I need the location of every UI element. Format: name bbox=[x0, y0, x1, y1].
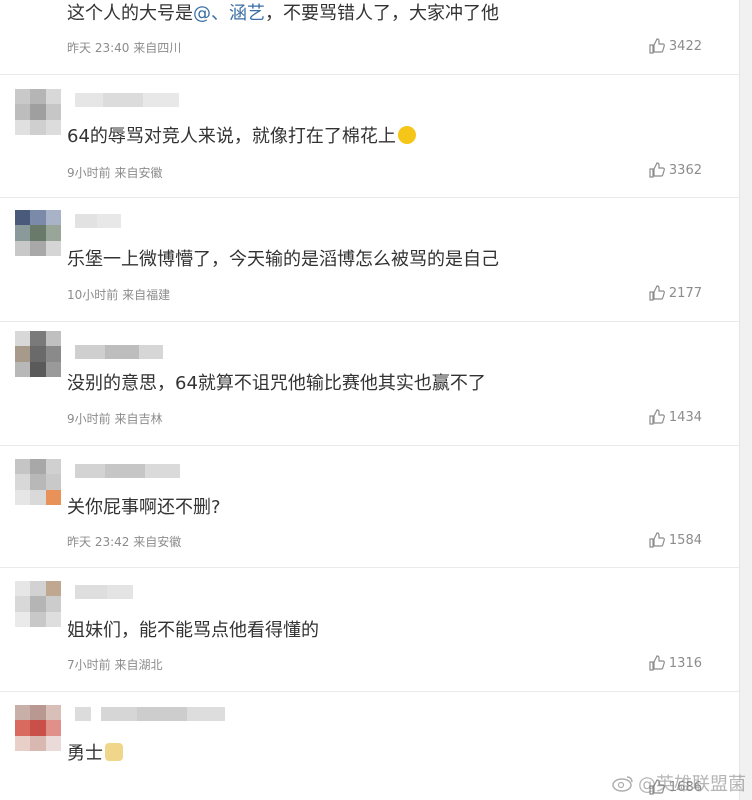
comment-meta: 昨天 23:40 来自四川 bbox=[67, 41, 182, 55]
watermark: @英雄联盟菌 bbox=[612, 770, 746, 796]
like-count: 3422 bbox=[668, 38, 702, 54]
comment-item: 64的辱骂对竞人来说，就像打在了棉花上 9小时前 来自安徽 3362 bbox=[0, 74, 740, 198]
username-blurred[interactable] bbox=[75, 707, 225, 721]
scrollbar[interactable] bbox=[739, 0, 752, 800]
username-blurred[interactable] bbox=[75, 345, 163, 359]
comment-text: 勇士 bbox=[67, 742, 123, 766]
thumbs-up-icon bbox=[649, 38, 665, 54]
comment-item: 关你屁事啊还不删? 昨天 23:42 来自安徽 1584 bbox=[0, 445, 740, 568]
comment-text: 姐妹们，能不能骂点他看得懂的 bbox=[67, 620, 319, 641]
comment-meta: 10小时前 来自福建 bbox=[67, 288, 171, 302]
comment-item: 姐妹们，能不能骂点他看得懂的 7小时前 来自湖北 1316 bbox=[0, 567, 740, 692]
like-button[interactable]: 3362 bbox=[649, 162, 702, 178]
like-button[interactable]: 2177 bbox=[649, 285, 702, 301]
comment-text: 关你屁事啊还不删? bbox=[67, 497, 221, 518]
comment-text: 没别的意思，64就算不诅咒他输比赛他其实也赢不了 bbox=[67, 373, 486, 394]
comment-item: 没别的意思，64就算不诅咒他输比赛他其实也赢不了 9小时前 来自吉林 1434 bbox=[0, 321, 740, 446]
doge-emoji bbox=[105, 743, 123, 761]
avatar[interactable] bbox=[15, 210, 61, 256]
like-count: 1316 bbox=[668, 655, 702, 671]
avatar[interactable] bbox=[15, 89, 61, 135]
username-blurred[interactable] bbox=[75, 93, 179, 107]
like-button[interactable]: 1316 bbox=[649, 655, 702, 671]
watermark-text: @英雄联盟菌 bbox=[638, 774, 746, 795]
like-button[interactable]: 1584 bbox=[649, 532, 702, 548]
comment-meta: 9小时前 来自吉林 bbox=[67, 412, 163, 426]
like-count: 1434 bbox=[668, 409, 702, 425]
like-button[interactable]: 3422 bbox=[649, 38, 702, 54]
avatar[interactable] bbox=[15, 459, 61, 505]
thumbs-up-icon bbox=[649, 409, 665, 425]
username-blurred[interactable] bbox=[75, 214, 121, 228]
comment-meta: 昨天 23:42 来自安徽 bbox=[67, 535, 182, 549]
like-count: 1584 bbox=[668, 532, 702, 548]
comment-item: 乐堡一上微博懵了，今天输的是滔博怎么被骂的是自己 10小时前 来自福建 2177 bbox=[0, 197, 740, 322]
avatar[interactable] bbox=[15, 581, 61, 627]
like-count: 3362 bbox=[668, 162, 702, 178]
like-count: 2177 bbox=[668, 285, 702, 301]
like-button[interactable]: 1434 bbox=[649, 409, 702, 425]
username-blurred[interactable] bbox=[75, 464, 180, 478]
comment-text: 乐堡一上微博懵了，今天输的是滔博怎么被骂的是自己 bbox=[67, 249, 499, 270]
weibo-logo-icon bbox=[612, 776, 633, 792]
laugh-cry-emoji bbox=[397, 126, 416, 144]
thumbs-up-icon bbox=[649, 285, 665, 301]
comment-text: 这个人的大号是@、涵艺，不要骂错人了，大家冲了他 bbox=[67, 3, 499, 24]
user-mention-link[interactable]: @、涵艺 bbox=[193, 3, 265, 24]
thumbs-up-icon bbox=[649, 532, 665, 548]
comment-meta: 9小时前 来自安徽 bbox=[67, 166, 163, 180]
thumbs-up-icon bbox=[649, 162, 665, 178]
avatar[interactable] bbox=[15, 331, 61, 377]
comment-item: 这个人的大号是@、涵艺，不要骂错人了，大家冲了他 昨天 23:40 来自四川 3… bbox=[0, 0, 740, 75]
thumbs-up-icon bbox=[649, 655, 665, 671]
avatar[interactable] bbox=[15, 705, 61, 751]
comment-meta: 7小时前 来自湖北 bbox=[67, 658, 163, 672]
username-blurred[interactable] bbox=[75, 585, 133, 599]
comment-text: 64的辱骂对竞人来说，就像打在了棉花上 bbox=[67, 125, 416, 149]
